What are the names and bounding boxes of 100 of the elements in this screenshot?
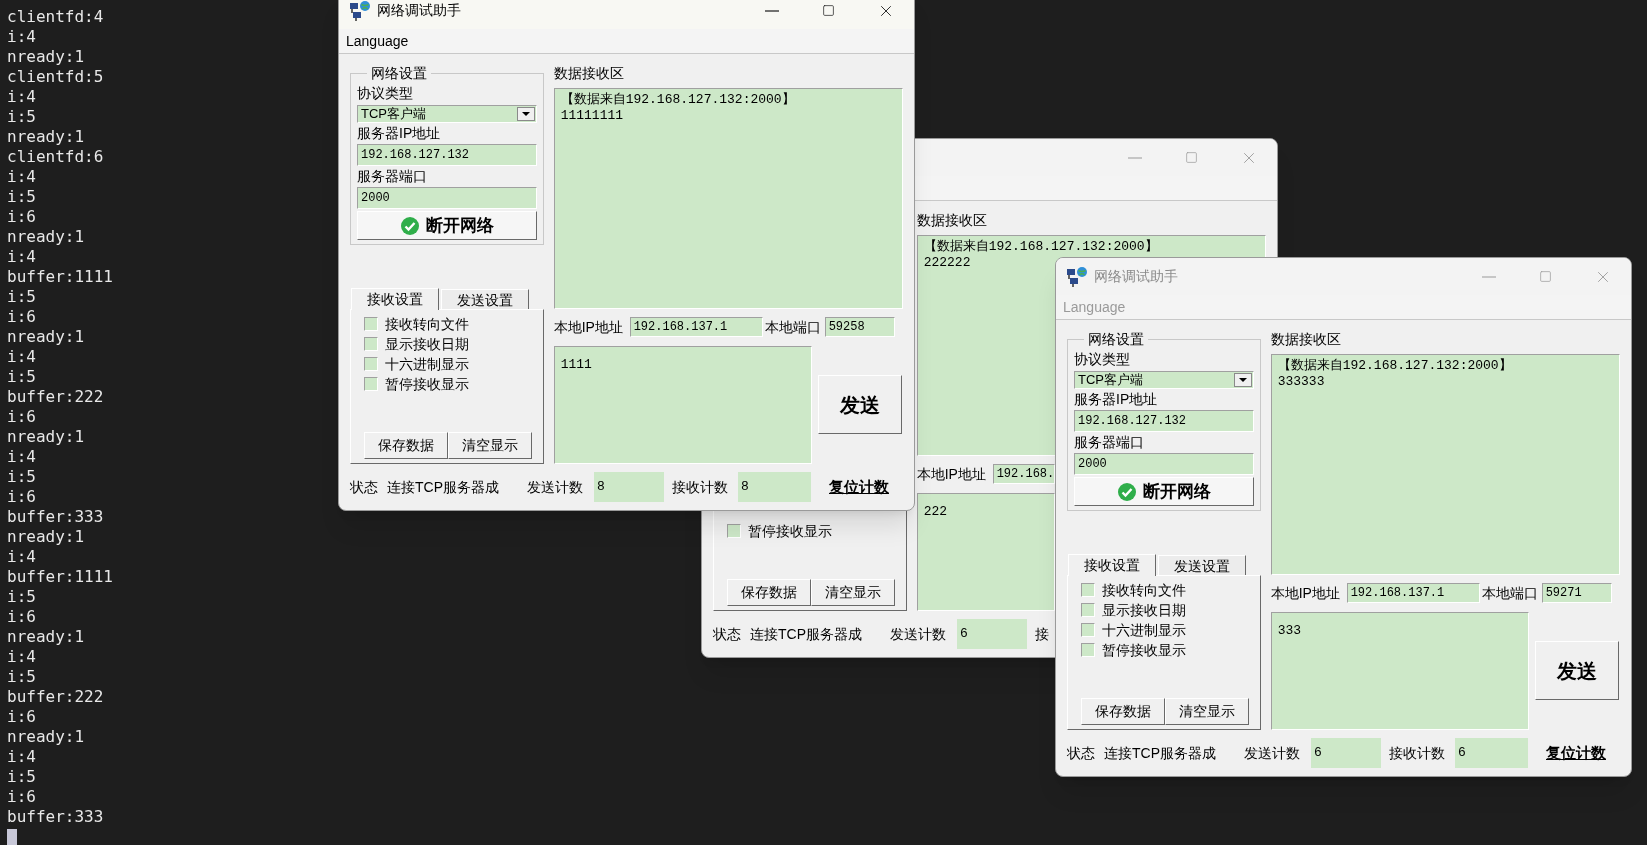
section-title: 数据接收区 [916, 212, 988, 228]
reset-count-button[interactable]: 复位计数 [829, 475, 889, 499]
checkbox[interactable] [1081, 583, 1095, 597]
terminal-line: nready:1 [7, 727, 85, 747]
maximize-icon [822, 4, 835, 17]
send-button[interactable]: 发送 [818, 375, 902, 434]
checkbox-label: 暂停接收显示 [748, 521, 832, 541]
terminal-line: clientfd:5 [7, 67, 104, 87]
server-port-field[interactable]: 2000 [357, 187, 537, 209]
checkbox[interactable] [364, 377, 378, 391]
terminal-line: i:6 [7, 207, 36, 227]
server-port-field[interactable]: 2000 [1074, 453, 1254, 475]
send-text: 222 [923, 504, 948, 519]
maximize-icon [1185, 151, 1198, 164]
checkbox[interactable] [1081, 643, 1095, 657]
terminal-line: clientfd:6 [7, 147, 104, 167]
terminal-line: i:4 [7, 347, 36, 367]
section-title: 数据接收区 [553, 65, 625, 81]
field-label: 服务器IP地址 [357, 124, 442, 143]
terminal-line: i:6 [7, 787, 36, 807]
checkbox[interactable] [727, 524, 741, 538]
field-label: 状态 [350, 477, 379, 497]
action-button[interactable]: 保存数据 [364, 432, 448, 459]
checkbox-label: 十六进制显示 [385, 354, 469, 374]
terminal-line: nready:1 [7, 627, 85, 647]
checkbox[interactable] [364, 357, 378, 371]
sent-count-field[interactable]: 6 [1311, 738, 1381, 768]
checkbox-label: 十六进制显示 [1102, 620, 1186, 640]
minimize-icon [1127, 156, 1142, 159]
terminal-line: i:4 [7, 547, 36, 567]
terminal-line: nready:1 [7, 227, 85, 247]
terminal-line: i:5 [7, 467, 36, 487]
server-ip-field[interactable]: 192.168.127.132 [357, 144, 537, 166]
network-icon [349, 0, 371, 22]
local-ip-field[interactable]: 192.168.137.1 [1346, 583, 1480, 603]
field-label: 状态 [713, 624, 742, 644]
received-count-field[interactable]: 8 [738, 472, 811, 502]
disconnect-button[interactable]: 断开网络 [1074, 477, 1254, 506]
field-label: 本地IP地址 [553, 317, 624, 337]
reset-count-button[interactable]: 复位计数 [1546, 741, 1606, 765]
caret-icon [1233, 373, 1252, 387]
terminal-line: i:6 [7, 707, 36, 727]
checkbox-label: 暂停接收显示 [385, 374, 469, 394]
field-label: 发送计数 [527, 477, 584, 497]
disconnect-button[interactable]: 断开网络 [357, 211, 537, 240]
terminal-line: clientfd:4 [7, 7, 104, 27]
checkbox[interactable] [364, 317, 378, 331]
send-button[interactable]: 发送 [1535, 641, 1619, 700]
minimize-icon [1481, 275, 1496, 278]
local-port-field[interactable]: 59271 [1541, 583, 1612, 603]
action-button[interactable]: 保存数据 [727, 579, 811, 606]
field-label: 本地端口 [1481, 583, 1539, 603]
send-input[interactable]: 222 [916, 493, 1055, 611]
terminal-line: i:6 [7, 407, 36, 427]
protocol-select[interactable]: TCP客户端 [357, 105, 537, 123]
local-ip-field[interactable]: 192.168. [992, 464, 1055, 484]
field-label: 本地端口 [764, 317, 822, 337]
received-count-field[interactable]: 6 [1455, 738, 1528, 768]
local-ip-field[interactable]: 192.168.137.1 [629, 317, 763, 337]
terminal-line: nready:1 [7, 47, 85, 67]
terminal-line: i:4 [7, 447, 36, 467]
terminal-line: nready:1 [7, 527, 85, 547]
action-button[interactable]: 保存数据 [1081, 698, 1165, 725]
field-label: 本地IP地址 [1270, 583, 1341, 603]
terminal-line: i:5 [7, 367, 36, 387]
terminal-line: i:5 [7, 587, 36, 607]
terminal-line: i:5 [7, 767, 36, 787]
field-label: 状态 [1067, 743, 1096, 763]
field-label: 服务器端口 [357, 167, 428, 186]
checkbox[interactable] [1081, 603, 1095, 617]
terminal-line: nready:1 [7, 127, 85, 147]
action-button[interactable]: 清空显示 [1165, 698, 1249, 725]
local-port-field[interactable]: 59258 [824, 317, 895, 337]
action-button[interactable]: 清空显示 [448, 432, 532, 459]
checkbox[interactable] [364, 337, 378, 351]
menu-item[interactable]: Language [346, 30, 409, 52]
protocol-select[interactable]: TCP客户端 [1074, 371, 1254, 389]
field-label: 发送计数 [890, 624, 947, 644]
sent-count-field[interactable]: 8 [594, 472, 664, 502]
send-input[interactable]: 333 [1270, 612, 1529, 730]
field-label: 接收计数 [672, 477, 728, 497]
send-input[interactable]: 1111 [553, 346, 812, 464]
maximize-icon [1539, 270, 1552, 283]
tab[interactable]: 发送设置 [441, 289, 529, 309]
tab[interactable]: 接收设置 [1068, 554, 1156, 576]
received-text: 222222 [923, 255, 972, 271]
terminal-line: buffer:333 [7, 507, 104, 527]
tab[interactable]: 接收设置 [351, 288, 439, 310]
terminal-line: i:4 [7, 747, 36, 767]
terminal-line: i:6 [7, 307, 36, 327]
field-label: 本地IP地址 [916, 464, 987, 484]
checkbox[interactable] [1081, 623, 1095, 637]
server-ip-field[interactable]: 192.168.127.132 [1074, 410, 1254, 432]
minimize-icon [764, 9, 779, 12]
action-button[interactable]: 清空显示 [811, 579, 895, 606]
tab[interactable]: 发送设置 [1158, 555, 1246, 575]
terminal-line: i:6 [7, 487, 36, 507]
group-title: 网络设置 [370, 65, 428, 81]
sent-count-field[interactable]: 6 [957, 619, 1027, 649]
checkbox-label: 暂停接收显示 [1102, 640, 1186, 660]
